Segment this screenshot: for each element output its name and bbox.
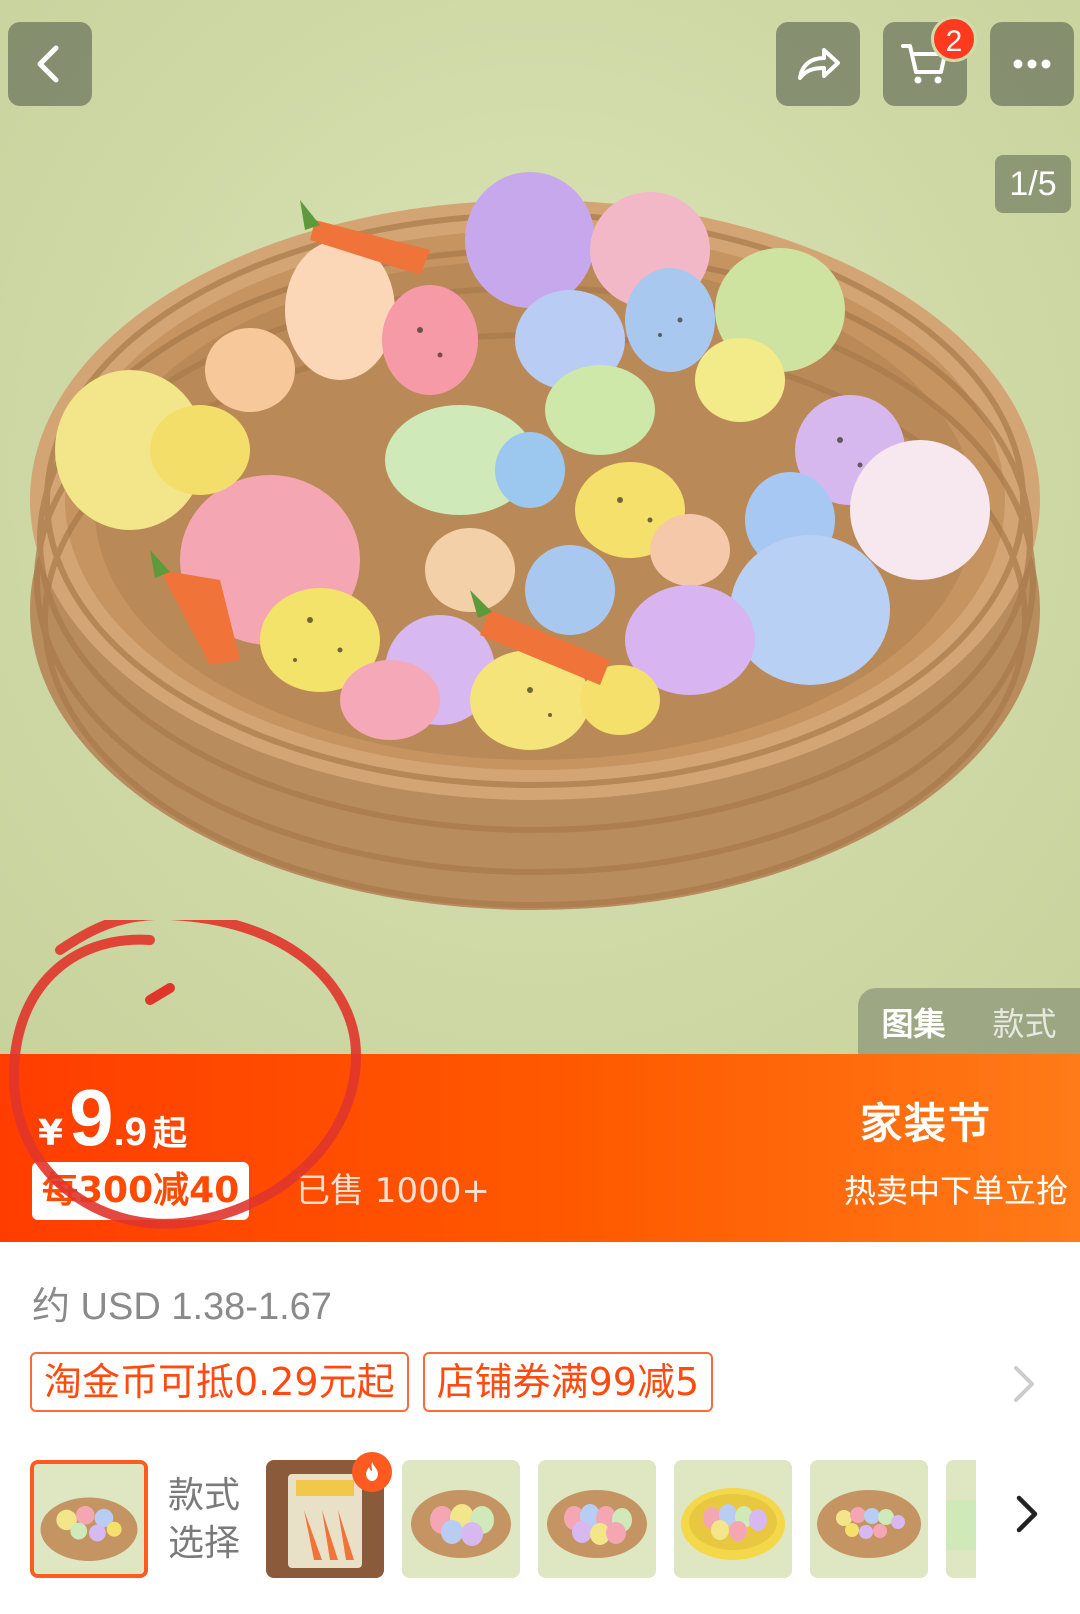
chevron-right-icon[interactable] xyxy=(1012,1490,1042,1538)
cart-count-badge: 2 xyxy=(931,16,977,62)
promo-tag[interactable]: 每300减40 xyxy=(32,1162,250,1220)
variant-label[interactable]: 款式 选择 xyxy=(168,1472,258,1568)
price-integer: 9 xyxy=(69,1073,114,1162)
festival-subtitle: 热卖中下单立抢 xyxy=(843,1172,1068,1210)
product-page: 2 1/5 图集 款式 ¥ 9 .9 起 每300减40 已售 1000+ 家装… xyxy=(0,0,1080,1614)
hot-badge xyxy=(352,1452,392,1492)
variant-selector: 款式 选择 xyxy=(0,1452,1080,1588)
price-suffix: 起 xyxy=(152,1114,187,1154)
variant-thumb-image xyxy=(946,1460,976,1578)
variant-thumb-image xyxy=(402,1460,520,1578)
coupon-store[interactable]: 店铺券满99减5 xyxy=(422,1352,714,1412)
more-options-button[interactable] xyxy=(990,22,1074,106)
price: ¥ 9 .9 起 xyxy=(38,1072,187,1164)
variant-thumb-5[interactable] xyxy=(674,1460,792,1578)
variant-thumb-image xyxy=(538,1460,656,1578)
variant-thumb-1[interactable] xyxy=(30,1460,148,1578)
currency-symbol: ¥ xyxy=(38,1113,64,1154)
share-button[interactable] xyxy=(776,22,860,106)
sold-count: 已售 1000+ xyxy=(296,1171,490,1211)
cart-button[interactable]: 2 xyxy=(883,16,977,106)
variant-thumb-4[interactable] xyxy=(538,1460,656,1578)
back-button[interactable] xyxy=(8,22,92,106)
chevron-right-icon[interactable] xyxy=(1008,1360,1040,1408)
more-icon xyxy=(1013,59,1051,69)
tab-styles[interactable]: 款式 xyxy=(969,999,1080,1045)
variant-thumb-7[interactable] xyxy=(946,1460,976,1578)
variant-thumb-image xyxy=(674,1460,792,1578)
variant-thumb-image xyxy=(810,1460,928,1578)
coupon-taojinbi[interactable]: 淘金币可抵0.29元起 xyxy=(30,1352,409,1412)
tab-gallery[interactable]: 图集 xyxy=(858,999,969,1045)
price-banner: ¥ 9 .9 起 每300减40 已售 1000+ 家装节 热卖中下单立抢 xyxy=(0,1054,1080,1242)
image-counter: 1/5 xyxy=(995,155,1071,213)
variant-thumb-image xyxy=(34,1464,144,1574)
festival-title[interactable]: 家装节 xyxy=(860,1090,992,1151)
product-photo-easter-eggs xyxy=(30,172,1040,910)
gallery-view-tabs: 图集 款式 xyxy=(858,988,1080,1055)
price-decimal: .9 xyxy=(113,1110,147,1154)
back-icon xyxy=(37,45,59,83)
variant-label-line1: 款式 xyxy=(168,1475,241,1516)
share-icon xyxy=(798,48,840,80)
variant-thumb-3[interactable] xyxy=(402,1460,520,1578)
coupon-row: 淘金币可抵0.29元起 店铺券满99减5 xyxy=(30,1352,714,1412)
flame-icon xyxy=(366,1462,378,1481)
usd-price: 约 USD 1.38-1.67 xyxy=(32,1286,332,1328)
variant-thumb-6[interactable] xyxy=(810,1460,928,1578)
variant-label-line2: 选择 xyxy=(168,1523,241,1564)
product-image-gallery[interactable]: 2 1/5 图集 款式 xyxy=(0,0,1080,1055)
